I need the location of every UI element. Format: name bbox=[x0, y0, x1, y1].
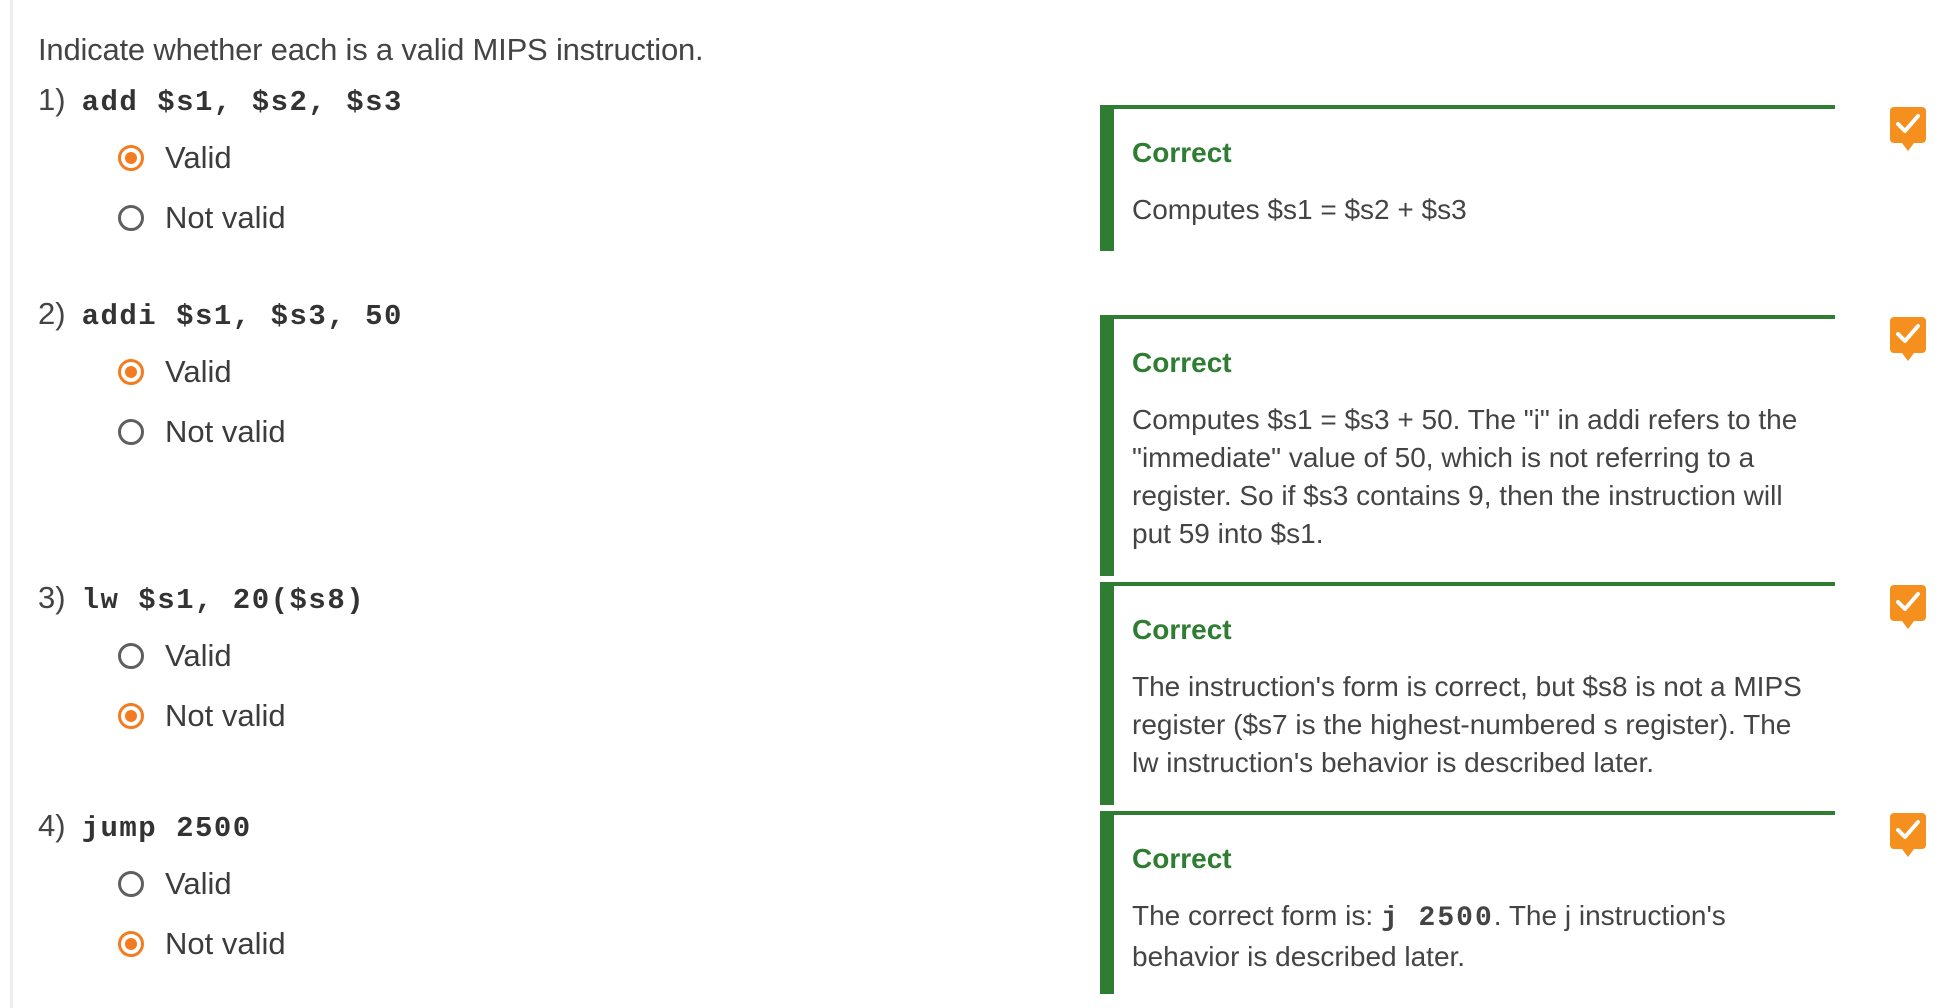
option-valid[interactable]: Valid bbox=[38, 128, 1098, 188]
feedback-title: Correct bbox=[1132, 347, 1232, 378]
question-3: 3) lw $s1, 20($s8) Valid Not valid bbox=[38, 580, 1098, 746]
feedback-code: j 2500 bbox=[1380, 903, 1494, 934]
feedback-title: Correct bbox=[1132, 137, 1232, 168]
option-valid[interactable]: Valid bbox=[38, 342, 1098, 402]
option-not-valid[interactable]: Not valid bbox=[38, 914, 1098, 974]
option-label: Not valid bbox=[165, 926, 286, 961]
instruction-code: add $s1, $s2, $s3 bbox=[81, 86, 403, 119]
question-1: 1) add $s1, $s2, $s3 Valid Not valid bbox=[38, 82, 1098, 248]
option-label: Valid bbox=[165, 638, 232, 673]
option-valid[interactable]: Valid bbox=[38, 854, 1098, 914]
radio-button[interactable] bbox=[118, 419, 144, 445]
radio-button-selected[interactable] bbox=[118, 359, 144, 385]
radio-button[interactable] bbox=[118, 205, 144, 231]
option-not-valid[interactable]: Not valid bbox=[38, 188, 1098, 248]
option-label: Valid bbox=[165, 140, 232, 175]
instruction-code: addi $s1, $s3, 50 bbox=[81, 300, 403, 333]
correct-badge bbox=[1890, 107, 1926, 151]
question-number: 2) bbox=[38, 296, 66, 331]
radio-button[interactable] bbox=[118, 871, 144, 897]
feedback-panel-2: Correct Computes $s1 = $s3 + 50. The "i"… bbox=[1100, 315, 1835, 576]
feedback-text: Computes $s1 = $s2 + $s3 bbox=[1132, 194, 1467, 225]
feedback-panel-4: Correct The correct form is: j 2500. The… bbox=[1100, 811, 1835, 994]
option-label: Not valid bbox=[165, 200, 286, 235]
instruction-code: jump 2500 bbox=[81, 812, 252, 845]
option-valid[interactable]: Valid bbox=[38, 626, 1098, 686]
option-not-valid[interactable]: Not valid bbox=[38, 686, 1098, 746]
feedback-panel-1: Correct Computes $s1 = $s2 + $s3 bbox=[1100, 105, 1835, 251]
feedback-text-before: The correct form is: bbox=[1132, 900, 1381, 931]
feedback-text: Computes $s1 = $s3 + 50. The "i" in addi… bbox=[1132, 404, 1798, 549]
left-rule bbox=[10, 0, 13, 1008]
feedback-text: The instruction's form is correct, but $… bbox=[1132, 671, 1802, 778]
checkmark-icon bbox=[1896, 114, 1920, 133]
option-label: Valid bbox=[165, 354, 232, 389]
question-2: 2) addi $s1, $s3, 50 Valid Not valid bbox=[38, 296, 1098, 462]
option-label: Valid bbox=[165, 866, 232, 901]
feedback-title: Correct bbox=[1132, 843, 1232, 874]
question-4: 4) jump 2500 Valid Not valid bbox=[38, 808, 1098, 974]
question-number: 4) bbox=[38, 808, 66, 843]
option-not-valid[interactable]: Not valid bbox=[38, 402, 1098, 462]
feedback-panel-3: Correct The instruction's form is correc… bbox=[1100, 582, 1835, 805]
option-label: Not valid bbox=[165, 698, 286, 733]
feedback-text: The correct form is: j 2500. The j instr… bbox=[1132, 897, 1823, 976]
option-label: Not valid bbox=[165, 414, 286, 449]
question-number: 3) bbox=[38, 580, 66, 615]
radio-button[interactable] bbox=[118, 643, 144, 669]
feedback-title: Correct bbox=[1132, 614, 1232, 645]
correct-badge bbox=[1890, 317, 1926, 361]
question-number: 1) bbox=[38, 82, 66, 117]
instruction-code: lw $s1, 20($s8) bbox=[81, 584, 366, 617]
radio-button-selected[interactable] bbox=[118, 703, 144, 729]
checkmark-icon bbox=[1896, 592, 1920, 611]
checkmark-icon bbox=[1896, 820, 1920, 839]
correct-badge bbox=[1890, 585, 1926, 629]
correct-badge bbox=[1890, 813, 1926, 857]
checkmark-icon bbox=[1896, 324, 1920, 343]
radio-button-selected[interactable] bbox=[118, 931, 144, 957]
radio-button-selected[interactable] bbox=[118, 145, 144, 171]
question-prompt: Indicate whether each is a valid MIPS in… bbox=[38, 32, 704, 67]
quiz-page: Indicate whether each is a valid MIPS in… bbox=[0, 0, 1954, 1008]
